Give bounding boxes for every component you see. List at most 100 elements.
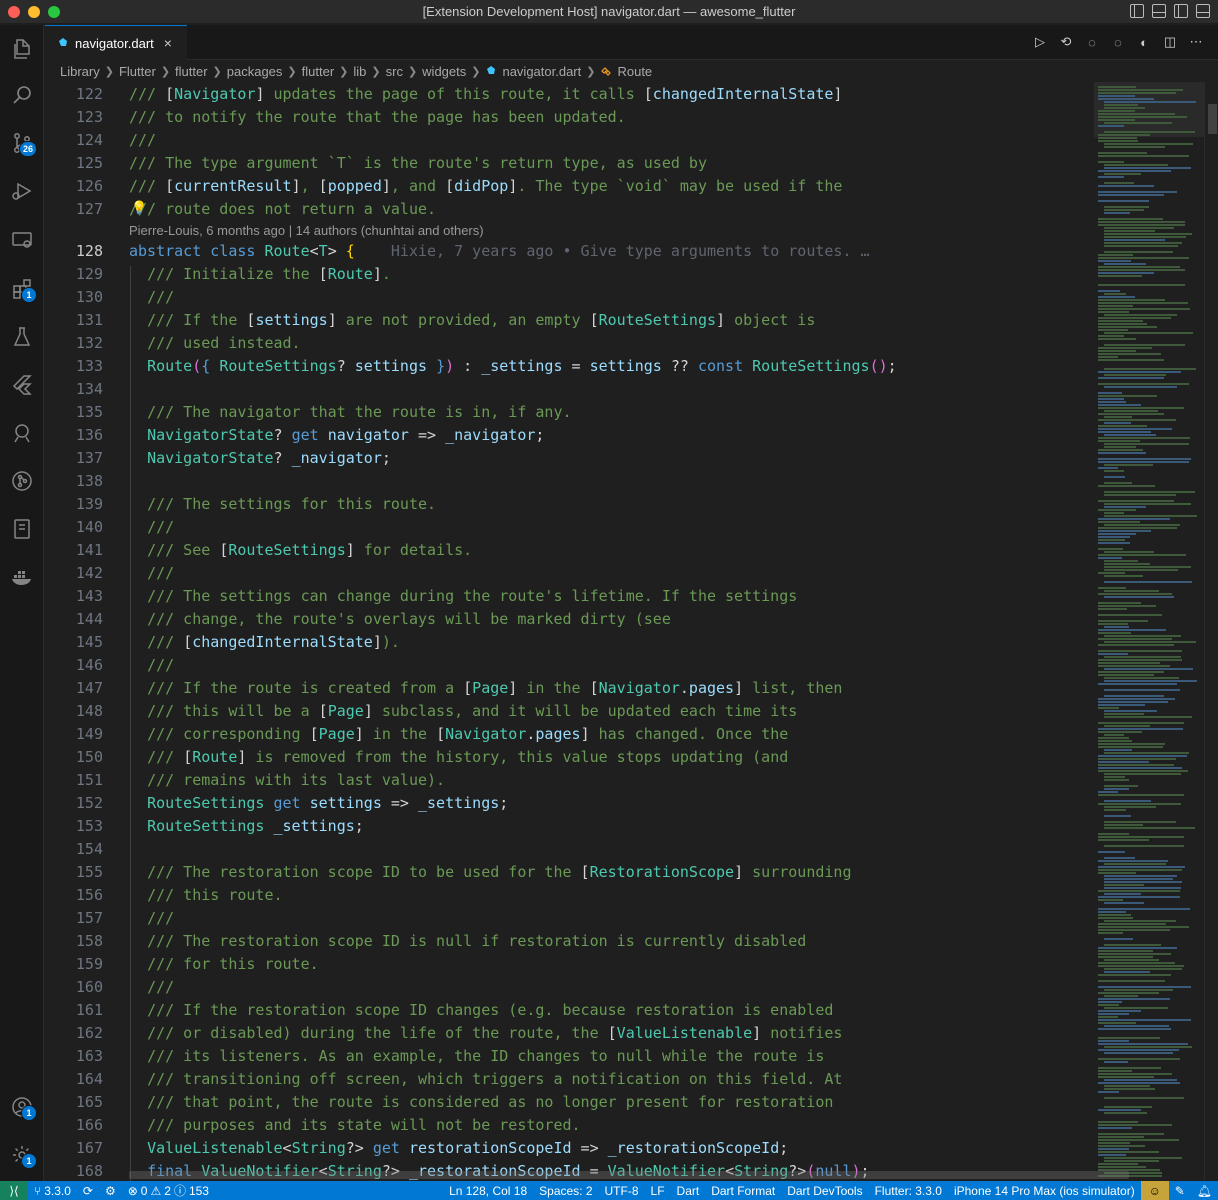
close-tab-icon[interactable]: ×	[164, 35, 172, 51]
code-editor[interactable]: 122 123 124 125 126 127 128 129 130 131 132 133 134 1…	[45, 82, 1218, 1181]
encoding[interactable]: UTF-8	[599, 1181, 645, 1200]
code-line[interactable]: ///	[129, 129, 156, 152]
ports-icon[interactable]: ⚙	[99, 1181, 122, 1200]
remote-indicator-icon[interactable]: ⟩⟨	[0, 1181, 28, 1200]
codelens-authors[interactable]: Pierre-Louis, 6 months ago | 14 authors …	[129, 222, 484, 240]
code-line[interactable]: ValueListenable<String?> get restoration…	[129, 1137, 788, 1160]
code-line[interactable]: ///	[129, 907, 174, 930]
code-line[interactable]: abstract class Route<T> { Hixie, 7 years…	[129, 240, 870, 263]
device-selector[interactable]: iPhone 14 Pro Max (ios simulator)	[948, 1181, 1141, 1200]
code-line[interactable]: /// route does not return a value.	[129, 198, 436, 221]
notifications-bell-icon[interactable]: 🔔︎	[1191, 1181, 1218, 1200]
code-line[interactable]: /// to notify the route that the page ha…	[129, 106, 626, 129]
code-line[interactable]: NavigatorState? get navigator => _naviga…	[129, 424, 544, 447]
breadcrumb-item[interactable]: flutter	[175, 64, 208, 79]
code-line[interactable]: /// [currentResult], [popped], and [didP…	[129, 175, 842, 198]
search-icon[interactable]	[0, 73, 44, 117]
code-line[interactable]: /// [changedInternalState]).	[129, 631, 400, 654]
code-line[interactable]: /// The type argument `T` is the route's…	[129, 152, 707, 175]
branch-status[interactable]: ⑂ 3.3.0	[28, 1181, 77, 1200]
code-line[interactable]: RouteSettings get settings => _settings;	[129, 792, 508, 815]
code-line[interactable]: /// See [RouteSettings] for details.	[129, 539, 472, 562]
breadcrumb-item[interactable]: navigator.dart	[502, 64, 581, 79]
code-line[interactable]: /// The restoration scope ID is null if …	[129, 930, 806, 953]
feedback-icon[interactable]: ✎	[1169, 1181, 1191, 1200]
more-actions-icon[interactable]: ⋯	[1188, 34, 1204, 50]
code-line[interactable]: ///	[129, 976, 174, 999]
breadcrumb-item[interactable]: src	[386, 64, 403, 79]
code-line[interactable]: /// The navigator that the route is in, …	[129, 401, 571, 424]
testing-icon[interactable]	[0, 315, 44, 359]
docker-icon[interactable]	[0, 555, 44, 599]
horizontal-scrollbar[interactable]	[129, 1171, 1129, 1179]
code-line[interactable]: /// Initialize the [Route].	[129, 263, 391, 286]
indentation[interactable]: Spaces: 2	[533, 1181, 598, 1200]
language-mode[interactable]: Dart	[671, 1181, 706, 1200]
code-line[interactable]: /// If the [settings] are not provided, …	[129, 309, 815, 332]
code-line[interactable]: /// for this route.	[129, 953, 319, 976]
notebook-icon[interactable]	[0, 507, 44, 551]
gitlens-icon[interactable]	[0, 459, 44, 503]
toggle-primary-sidebar-icon[interactable]	[1130, 4, 1144, 18]
breadcrumb-item[interactable]: packages	[227, 64, 283, 79]
breadcrumb-item[interactable]: widgets	[422, 64, 466, 79]
next-change-icon[interactable]: ◌	[1110, 34, 1126, 50]
toggle-secondary-sidebar-icon[interactable]	[1174, 4, 1188, 18]
code-line[interactable]: /// that point, the route is considered …	[129, 1091, 833, 1114]
sync-icon[interactable]: ⟳	[77, 1181, 99, 1200]
tab-navigator-dart[interactable]: navigator.dart ×	[45, 25, 187, 60]
code-line[interactable]: /// used instead.	[129, 332, 301, 355]
code-line[interactable]: /// The settings for this route.	[129, 493, 436, 516]
code-line[interactable]: ///	[129, 516, 174, 539]
accounts-icon[interactable]: 1	[0, 1085, 44, 1129]
flutter-icon[interactable]	[0, 363, 44, 407]
scrollbar-thumb[interactable]	[1208, 104, 1217, 134]
toggle-panel-icon[interactable]	[1152, 4, 1166, 18]
run-debug-icon[interactable]	[0, 169, 44, 213]
explorer-icon[interactable]	[0, 27, 44, 71]
code-line[interactable]: /// purposes and its state will not be r…	[129, 1114, 580, 1137]
code-line[interactable]: ///	[129, 286, 174, 309]
code-line[interactable]: /// If the route is created from a [Page…	[129, 677, 842, 700]
run-icon[interactable]: ▷	[1032, 34, 1048, 50]
code-line[interactable]: /// If the restoration scope ID changes …	[129, 999, 833, 1022]
code-line[interactable]: /// change, the route's overlays will be…	[129, 608, 671, 631]
previous-change-icon[interactable]: ◌	[1084, 34, 1100, 50]
problems-status[interactable]: ⊗ 0 ⚠ 2 ⓘ 153	[122, 1181, 215, 1200]
flutter-version[interactable]: Flutter: 3.3.0	[869, 1181, 948, 1200]
cursor-position[interactable]: Ln 128, Col 18	[443, 1181, 533, 1200]
code-line[interactable]: /// transitioning off screen, which trig…	[129, 1068, 842, 1091]
code-line[interactable]: /// The restoration scope ID to be used …	[129, 861, 851, 884]
split-editor-icon[interactable]: ◫	[1162, 34, 1178, 50]
open-changes-icon[interactable]: ⟲	[1058, 34, 1074, 50]
vertical-scrollbar[interactable]	[1204, 82, 1218, 1181]
breadcrumb-item[interactable]: lib	[353, 64, 366, 79]
remote-explorer-icon[interactable]	[0, 218, 44, 262]
extensions-icon[interactable]: 1	[0, 267, 44, 311]
code-line[interactable]: Route({ RouteSettings? settings }) : _se…	[129, 355, 897, 378]
breadcrumb-item[interactable]: Library	[60, 64, 100, 79]
dart-devtools-icon[interactable]: ◐	[1136, 34, 1152, 50]
code-line[interactable]: /// or disabled) during the life of the …	[129, 1022, 842, 1045]
source-control-icon[interactable]: 26	[0, 121, 44, 165]
code-line[interactable]: /// remains with its last value).	[129, 769, 445, 792]
gitlens-inspect-icon[interactable]	[0, 411, 44, 455]
end-of-line[interactable]: LF	[645, 1181, 671, 1200]
code-line[interactable]: RouteSettings _settings;	[129, 815, 364, 838]
code-line[interactable]: ///	[129, 654, 174, 677]
code-line[interactable]: /// corresponding [Page] in the [Navigat…	[129, 723, 788, 746]
breadcrumb-item[interactable]: Flutter	[119, 64, 156, 79]
code-line[interactable]: /// [Navigator] updates the page of this…	[129, 83, 842, 106]
gear-icon[interactable]: 1	[0, 1133, 44, 1177]
code-line[interactable]: /// The settings can change during the r…	[129, 585, 797, 608]
code-line[interactable]: /// this will be a [Page] subclass, and …	[129, 700, 797, 723]
customize-layout-icon[interactable]	[1196, 4, 1210, 18]
code-line[interactable]: /// its listeners. As an example, the ID…	[129, 1045, 824, 1068]
lightbulb-icon[interactable]: 💡	[131, 200, 147, 216]
code-line[interactable]: /// [Route] is removed from the history,…	[129, 746, 788, 769]
code-line[interactable]: ///	[129, 562, 174, 585]
code-line[interactable]: /// this route.	[129, 884, 282, 907]
breadcrumb-item[interactable]: Route	[617, 64, 652, 79]
dart-devtools-button[interactable]: Dart DevTools	[781, 1181, 868, 1200]
copilot-icon[interactable]: ☺	[1140, 1181, 1169, 1200]
